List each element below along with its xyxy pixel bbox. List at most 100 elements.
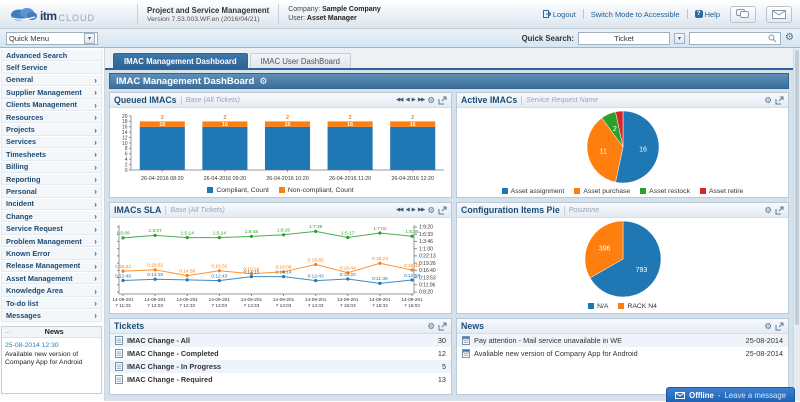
sidebar-item-label: Knowledge Area [6,286,63,296]
sidebar-item-to-do-list[interactable]: To-do list › [1,296,102,310]
ticket-row-imac-change-all[interactable]: IMAC Change - All 30 [110,334,451,347]
nav-next-icon[interactable]: ▶ [412,207,416,213]
nav-last-icon[interactable]: ▶▶ [418,207,426,213]
sidebar-item-reporting[interactable]: Reporting › [1,172,102,186]
svg-text:1:5:46: 1:5:46 [405,229,419,235]
legend-item: Asset purchase [574,188,630,195]
news-row[interactable]: Pay attention - Mail service unavailable… [457,334,788,347]
scrollbar-thumb[interactable] [795,50,799,326]
sidebar-item-timesheets[interactable]: Timesheets › [1,148,102,161]
svg-text:7 15:03: 7 15:03 [339,303,355,308]
ticket-row-imac-change-completed[interactable]: IMAC Change - Completed 12 [110,347,451,360]
svg-text:2: 2 [223,115,226,121]
nav-next-icon[interactable]: ▶ [412,97,416,103]
sidebar-item-messages[interactable]: Messages › [1,309,102,322]
news-row[interactable]: Avaliable new version of Company App for… [457,347,788,360]
sidebar-item-knowledge-area[interactable]: Knowledge Area › [1,284,102,297]
offline-chat-widget[interactable]: Offline - Leave a message [666,387,795,402]
gear-icon[interactable]: ⚙ [764,322,772,331]
nav-first-icon[interactable]: ◀◀ [396,97,404,103]
svg-text:0:12:46: 0:12:46 [114,273,130,279]
search-icon[interactable] [768,34,777,43]
dashboard-title: IMAC Management DashBoard [116,75,255,87]
svg-text:1:7:39: 1:7:39 [308,224,322,230]
svg-text:0:16:52: 0:16:52 [147,263,163,269]
svg-text:20: 20 [121,114,127,120]
legend-label: Asset restock [649,187,690,195]
vertical-scrollbar[interactable] [793,48,800,401]
tickets-list: IMAC Change - All 30 IMAC Change - Complet… [110,334,451,386]
sidebar-item-label: Change [6,211,33,221]
search-type-select[interactable]: Ticket [578,31,671,45]
expand-icon[interactable] [438,206,447,215]
sidebar-item-clients-management[interactable]: Clients Management › [1,98,102,111]
gear-icon[interactable]: ⚙ [764,206,772,215]
nav-prev-icon[interactable]: ◀ [405,207,409,213]
chevron-down-icon[interactable]: ▾ [674,32,686,44]
sidebar-item-asset-management[interactable]: Asset Management › [1,272,102,285]
sidebar-item-service-request[interactable]: Service Request › [1,222,102,235]
gear-icon[interactable]: ⚙ [427,96,435,105]
sidebar-item-advanced-search[interactable]: Advanced Search [1,49,102,62]
nav-last-icon[interactable]: ▶▶ [418,97,426,103]
expand-icon[interactable] [775,96,784,105]
main-area: IMAC Management Dashboard IMAC User DashB… [105,48,793,401]
svg-text:0:16:22: 0:16:22 [114,264,130,270]
ticket-count: 12 [437,349,446,358]
app-logo[interactable]: itm CLOUD [8,5,128,23]
gear-icon[interactable]: ⚙ [259,76,267,87]
sidebar-item-release-management[interactable]: Release Management › [1,259,102,273]
logo-text-itm: itm [40,9,57,23]
expand-icon[interactable] [438,96,447,105]
svg-text:8: 8 [124,146,127,152]
legend-item: Compliant, Count [207,187,269,194]
expand-icon[interactable] [775,206,784,215]
quick-menu-select[interactable]: Quick Menu ▾ [6,31,98,45]
chat-button[interactable] [730,5,756,23]
nav-first-icon[interactable]: ◀◀ [396,207,404,213]
help-link[interactable]: ? Help [694,10,720,19]
sidebar-item-problem-management[interactable]: Problem Management › [1,234,102,248]
sidebar-item-general[interactable]: General › [1,73,102,87]
gear-icon[interactable]: ⚙ [764,96,772,105]
sidebar-item-label: Service Request [6,224,63,234]
offline-status: Offline [689,390,714,400]
logout-link[interactable]: Logout [542,10,576,19]
quick-search-input[interactable] [690,32,769,44]
sidebar-item-incident[interactable]: Incident › [1,197,102,211]
sidebar-item-self-service[interactable]: Self Service [1,61,102,74]
sidebar-item-supplier-management[interactable]: Supplier Management › [1,86,102,99]
legend-swatch [501,188,508,194]
mail-button[interactable] [766,5,792,23]
gear-icon[interactable]: ⚙ [427,322,435,331]
sidebar-item-label: To-do list [6,298,39,308]
sidebar-news-text[interactable]: Available new version of Company App for… [5,351,98,369]
sidebar-item-personal[interactable]: Personal › [1,185,102,198]
legend-label: Non-compliant, Count [287,186,354,194]
accessible-mode-link[interactable]: Switch Mode to Accessible [591,10,680,19]
sidebar-item-services[interactable]: Services › [1,135,102,149]
ticket-count: 30 [437,336,446,345]
nav-prev-icon[interactable]: ◀ [405,97,409,103]
gear-icon[interactable]: ⚙ [785,33,794,43]
sidebar-item-projects[interactable]: Projects › [1,123,102,136]
sidebar-item-billing[interactable]: Billing › [1,160,102,173]
tab-imac-management-dashboard[interactable]: IMAC Management Dashboard [113,53,248,68]
ticket-row-imac-change-in-progress[interactable]: IMAC Change - In Progress 5 [110,360,451,373]
expand-icon[interactable] [775,322,784,331]
sidebar-item-label: Reporting [6,174,41,184]
panel-title: Queued IMACs [114,95,177,105]
news-list: Pay attention - Mail service unavailable… [457,334,788,360]
gear-icon[interactable]: ⚙ [427,206,435,215]
panel-subtitle: Base (All Tickets) [185,96,240,104]
svg-text:0:11:39: 0:11:39 [372,276,388,282]
sidebar-item-change[interactable]: Change › [1,210,102,223]
ticket-row-imac-change-required[interactable]: IMAC Change - Required 13 [110,373,451,386]
expand-icon[interactable] [438,322,447,331]
header-divider [137,4,138,24]
svg-text:0:22:13: 0:22:13 [419,254,436,260]
sidebar-item-known-error[interactable]: Known Error › [1,247,102,260]
legend-item: RACK N4 [618,303,657,310]
tab-imac-user-dashboard[interactable]: IMAC User DashBoard [249,53,351,68]
sidebar-item-resources[interactable]: Resources › [1,110,102,124]
